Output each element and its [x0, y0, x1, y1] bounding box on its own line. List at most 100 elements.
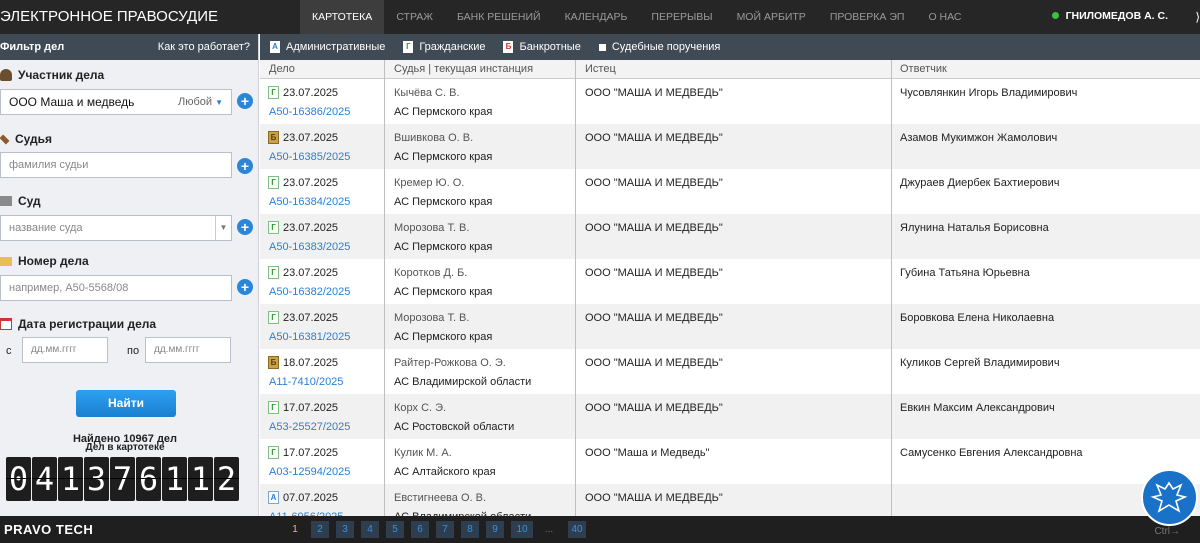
case-number-link[interactable]: А50-16384/2025 — [269, 196, 350, 208]
user-name: ГНИЛОМЕДОВ А. С. — [1065, 10, 1168, 22]
table-row[interactable]: Г 17.07.2025 А03-12594/2025 Кулик М. А. АС А… — [260, 439, 1200, 484]
defendant-name[interactable]: Куликов Сергей Владимирович — [900, 357, 1060, 369]
user-menu[interactable]: ГНИЛОМЕДОВ А. С. — [1051, 10, 1168, 22]
page-link[interactable]: 2 — [311, 521, 329, 538]
menu-item[interactable]: МОЙ АРБИТР — [725, 0, 818, 34]
page-link[interactable]: 8 — [461, 521, 479, 538]
add-case-button[interactable]: + — [237, 279, 253, 295]
table-row[interactable]: Г 23.07.2025 А50-16384/2025 Кремер Ю. О. АС … — [260, 169, 1200, 214]
page-link[interactable]: 40 — [568, 521, 586, 538]
table-row[interactable]: Г 17.07.2025 А53-25527/2025 Корх С. Э. АС Ро… — [260, 394, 1200, 439]
case-type-icon: Г — [268, 266, 279, 279]
page-link[interactable]: 9 — [486, 521, 504, 538]
status-dot-icon — [1051, 12, 1059, 19]
defendant-name[interactable]: Евкин Максим Александрович — [900, 402, 1055, 414]
plaintiff-name[interactable]: ООО "МАША И МЕДВЕДЬ" — [585, 222, 723, 234]
case-number-link[interactable]: А53-25527/2025 — [269, 421, 350, 433]
date-from-input[interactable]: дд.мм.гггг — [22, 337, 108, 363]
case-type-icon: Г — [268, 176, 279, 189]
tab-b[interactable]: Б Банкротные — [503, 41, 581, 53]
case-number-link[interactable]: А50-16385/2025 — [269, 151, 350, 163]
case-number-link[interactable]: А50-16381/2025 — [269, 331, 350, 343]
defendant-name[interactable]: Чусовлянкин Игорь Владимирович — [900, 87, 1077, 99]
table-row[interactable]: A07.07.2025А11-6956/2025Евстигнеева О. В… — [260, 484, 1200, 516]
case-number-input[interactable]: например, А50-5568/08 — [0, 275, 232, 301]
date-to-input[interactable]: дд.мм.гггг — [145, 337, 231, 363]
menu-item[interactable]: О НАС — [916, 0, 973, 34]
case-number-link[interactable]: А11-7410/2025 — [269, 376, 343, 388]
plaintiff-name[interactable]: ООО "МАША И МЕДВЕДЬ" — [585, 312, 723, 324]
tab-a[interactable]: A Административные — [270, 41, 385, 53]
defendant-name[interactable]: Самусенко Евгения Александровна — [900, 447, 1083, 459]
menu-item[interactable]: ПЕРЕРЫВЫ — [639, 0, 724, 34]
counter-digit: 1 — [188, 457, 213, 501]
defendant-name[interactable]: Боровкова Елена Николаевна — [900, 312, 1054, 324]
case-number-link[interactable]: А03-12594/2025 — [269, 466, 350, 478]
find-button[interactable]: Найти — [76, 390, 176, 417]
case-number-link[interactable]: А50-16386/2025 — [269, 106, 350, 118]
judge-input[interactable]: фамилия судьи — [0, 152, 232, 178]
case-type-icon: Б — [503, 41, 514, 53]
case-type-icon: Б — [268, 131, 279, 144]
case-number-link[interactable]: А50-16383/2025 — [269, 241, 350, 253]
table-row[interactable]: Г 23.07.2025 А50-16382/2025 Коротков Д. Б. А… — [260, 259, 1200, 304]
case-date: 23.07.2025 — [283, 312, 339, 324]
tab-s[interactable]: Судебные поручения — [598, 41, 720, 53]
page-link[interactable]: 4 — [361, 521, 379, 538]
case-date: 18.07.2025 — [283, 357, 339, 369]
table-row[interactable]: Б 18.07.2025 А11-7410/2025 Райтер-Рожкова О… — [260, 349, 1200, 394]
table-row[interactable]: Г 23.07.2025 А50-16381/2025 Морозова Т. В. А… — [260, 304, 1200, 349]
page-link[interactable]: 7 — [436, 521, 454, 538]
add-court-button[interactable]: + — [237, 219, 253, 235]
folder-icon — [0, 256, 12, 266]
site-brand[interactable]: ЭЛЕКТРОННОЕ ПРАВОСУДИЕ — [0, 8, 218, 25]
pravo-tech-logo[interactable]: PRAVO TECH — [4, 522, 93, 537]
how-it-works-link[interactable]: Как это работает? — [158, 34, 250, 60]
judge-name: Райтер-Рожкова О. Э. — [394, 357, 506, 369]
filter-panel: Фильтр дел Как это работает? Участник де… — [0, 34, 259, 516]
col-defendant: Ответчик — [900, 63, 947, 75]
page-link[interactable]: 5 — [386, 521, 404, 538]
filter-title: Фильтр дел — [0, 41, 65, 53]
plaintiff-name[interactable]: ООО "МАША И МЕДВЕДЬ" — [585, 177, 723, 189]
participant-role-select[interactable]: Любой ▼ — [178, 90, 223, 115]
plaintiff-name[interactable]: ООО "МАША И МЕДВЕДЬ" — [585, 267, 723, 279]
counter-digit: 6 — [136, 457, 161, 501]
eagle-emblem-icon — [1150, 481, 1188, 513]
plaintiff-name[interactable]: ООО "МАША И МЕДВЕДЬ" — [585, 402, 723, 414]
page-link[interactable]: 10 — [511, 521, 533, 538]
court-name: АС Ростовской области — [394, 421, 515, 433]
collapse-arrow-icon[interactable]: ⟩ — [1195, 10, 1200, 24]
case-type-icon: Г — [268, 221, 279, 234]
plaintiff-name[interactable]: ООО "МАША И МЕДВЕДЬ" — [585, 87, 723, 99]
add-judge-button[interactable]: + — [237, 158, 253, 174]
page-link[interactable]: 6 — [411, 521, 429, 538]
date-to-label: по — [127, 345, 140, 357]
menu-item[interactable]: БАНК РЕШЕНИЙ — [445, 0, 553, 34]
defendant-name[interactable]: Джураев Диербек Бахтиерович — [900, 177, 1060, 189]
add-participant-button[interactable]: + — [237, 93, 253, 109]
page-link[interactable]: 3 — [336, 521, 354, 538]
court-select[interactable]: название суда ▼ — [0, 215, 232, 241]
emblem-icon[interactable] — [1141, 469, 1198, 526]
participant-input[interactable]: ООО Маша и медведь Любой ▼ — [0, 89, 232, 115]
footer-bar: PRAVO TECH 1 2 3 4 5 6 7 8 9 10... 40 Ctrl→ — [0, 516, 1200, 543]
plaintiff-name[interactable]: ООО "Маша и Медведь" — [585, 447, 709, 459]
table-row[interactable]: Г 23.07.2025 А50-16383/2025 Морозова Т. В. А… — [260, 214, 1200, 259]
table-row[interactable]: Г 23.07.2025 А50-16386/2025 Кычёва С. В. АС … — [260, 79, 1200, 124]
case-number-link[interactable]: А50-16382/2025 — [269, 286, 350, 298]
plaintiff-name[interactable]: ООО "МАША И МЕДВЕДЬ" — [585, 357, 723, 369]
menu-item[interactable]: КАРТОТЕКА — [300, 0, 385, 34]
menu-item[interactable]: СТРАЖ — [384, 0, 445, 34]
menu-item[interactable]: ПРОВЕРКА ЭП — [818, 0, 917, 34]
plaintiff-name[interactable]: ООО "МАША И МЕДВЕДЬ" — [585, 492, 723, 504]
plaintiff-name[interactable]: ООО "МАША И МЕДВЕДЬ" — [585, 132, 723, 144]
menu-item[interactable]: КАЛЕНДАРЬ — [553, 0, 640, 34]
table-row[interactable]: Б 23.07.2025 А50-16385/2025 Вшивкова О. В. А… — [260, 124, 1200, 169]
judge-name: Корх С. Э. — [394, 402, 447, 414]
tab-g[interactable]: Г Гражданские — [403, 41, 485, 53]
defendant-name[interactable]: Азамов Мукимжон Жамолович — [900, 132, 1057, 144]
page-link[interactable]: 1 — [286, 521, 304, 538]
defendant-name[interactable]: Губина Татьяна Юрьевна — [900, 267, 1030, 279]
defendant-name[interactable]: Ялунина Наталья Борисовна — [900, 222, 1049, 234]
